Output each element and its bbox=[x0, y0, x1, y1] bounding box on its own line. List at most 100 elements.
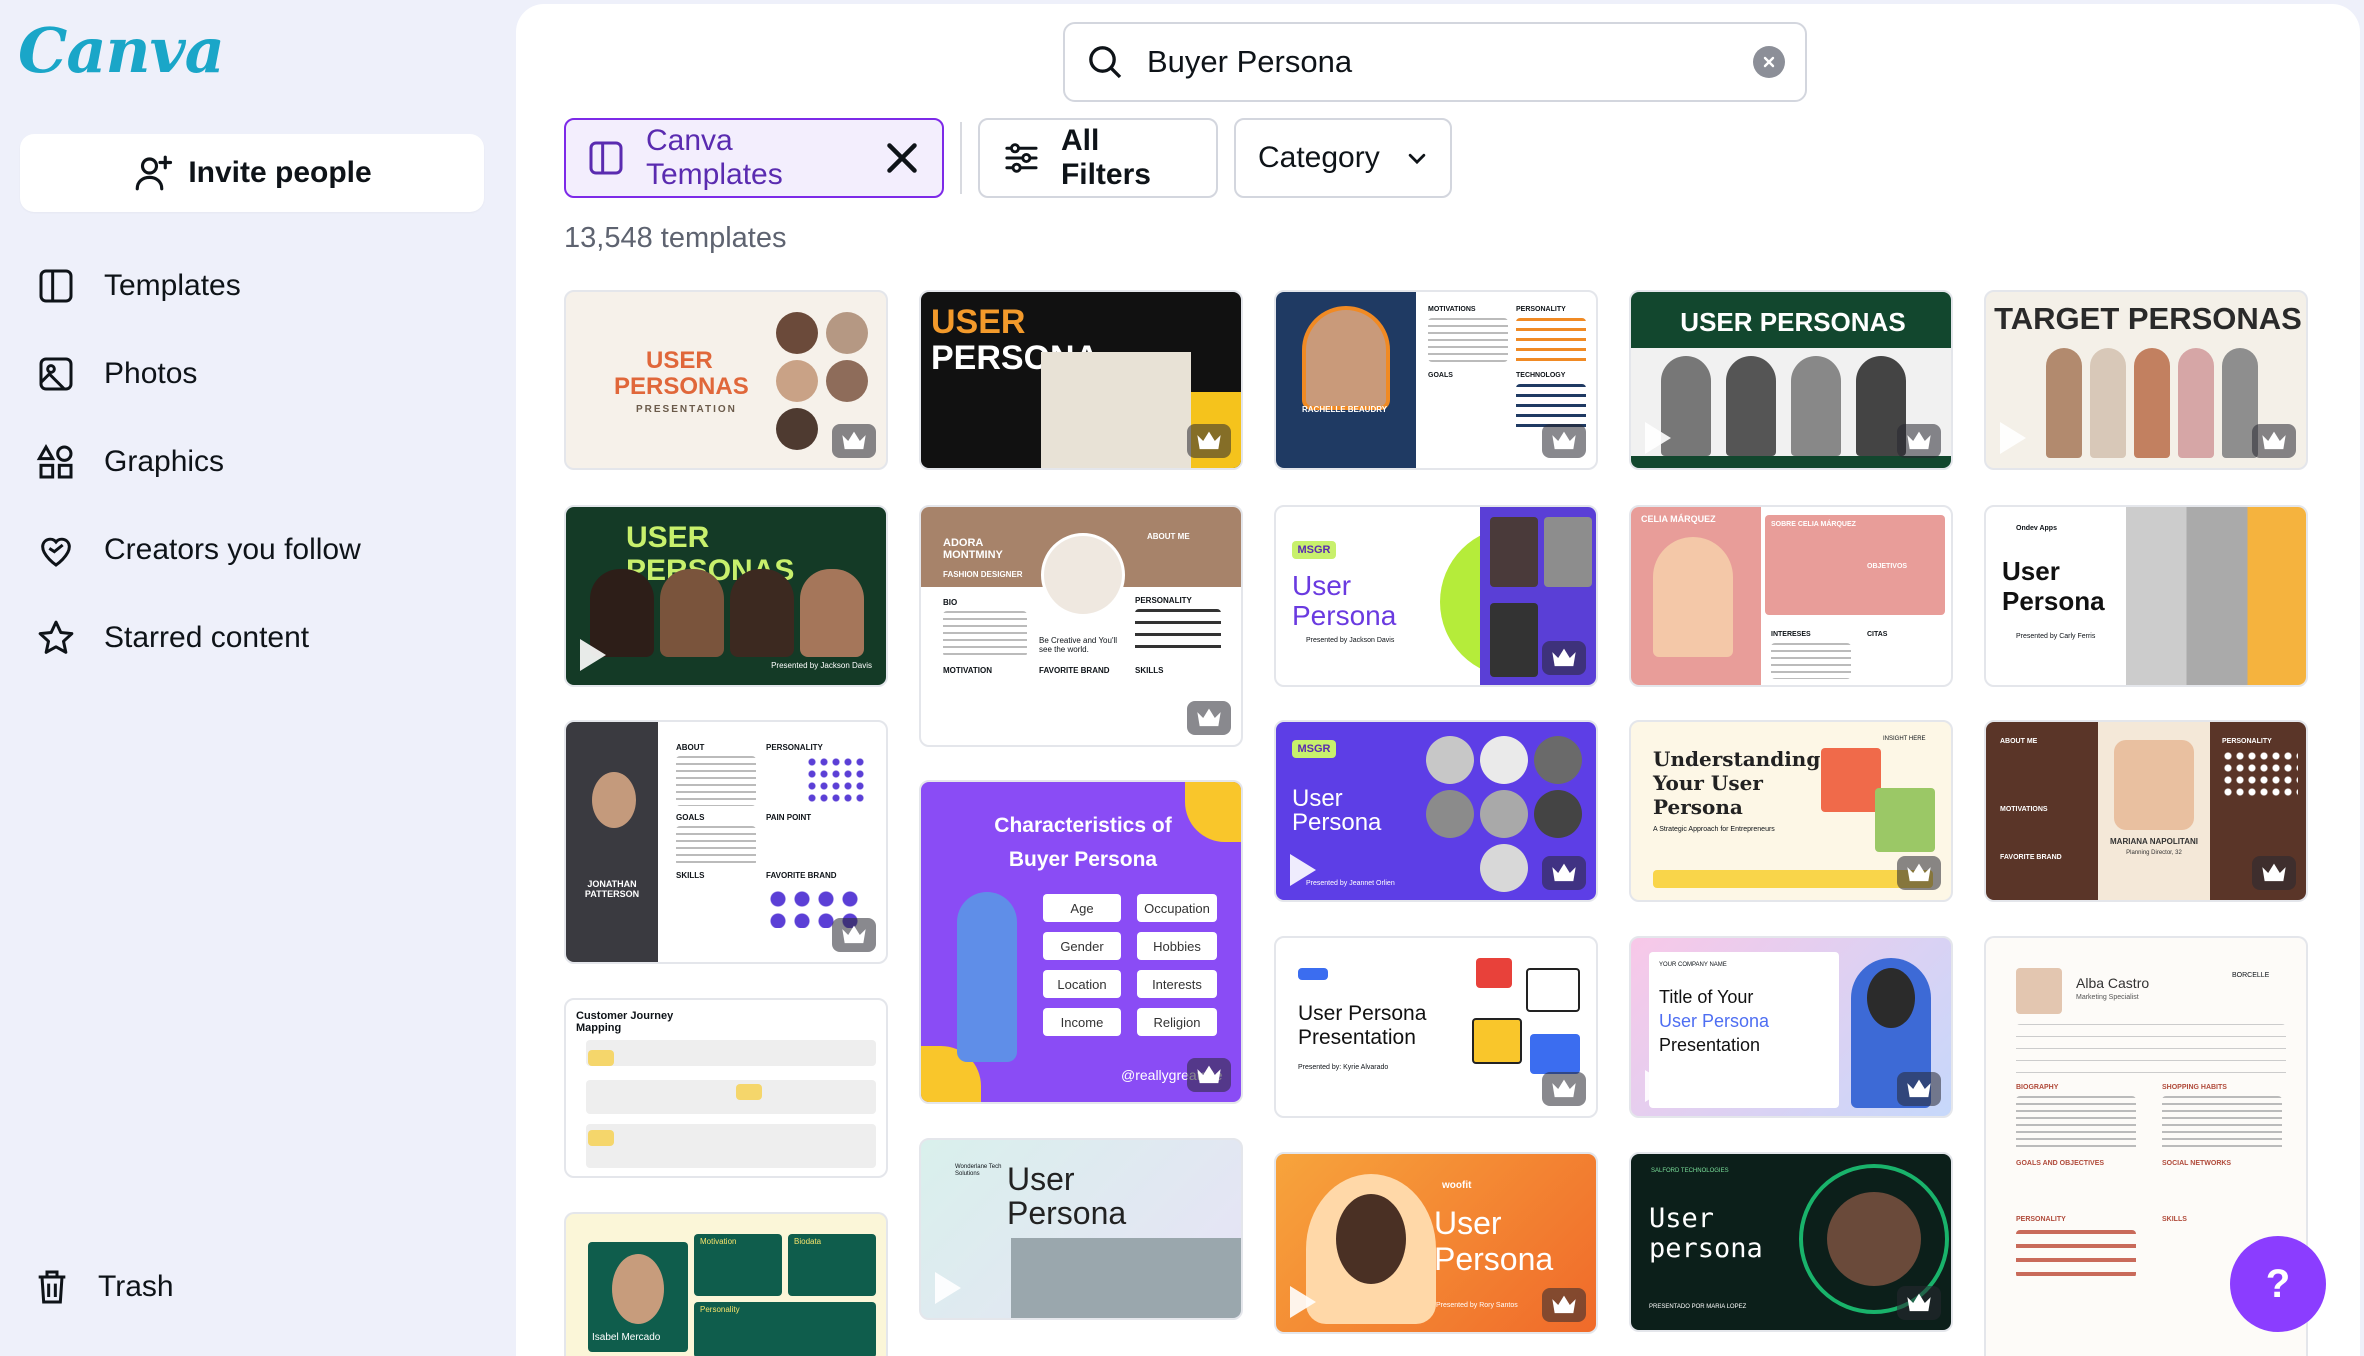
brand-name: BORCELLE bbox=[2232, 972, 2270, 979]
template-card[interactable]: USER PERSONA bbox=[919, 290, 1243, 470]
category-dropdown[interactable]: Category bbox=[1234, 118, 1452, 198]
template-card[interactable]: ADORA MONTMINY FASHION DESIGNER ABOUT ME… bbox=[919, 505, 1243, 747]
template-card[interactable]: Characteristics of Buyer Persona Age Occ… bbox=[919, 780, 1243, 1104]
add-person-icon bbox=[135, 155, 173, 191]
invite-people-button[interactable]: Invite people bbox=[20, 134, 484, 212]
photo-thumbnail bbox=[2114, 740, 2194, 830]
crown-icon bbox=[2262, 431, 2286, 450]
template-card[interactable]: MSGR User Persona Presented by Jeannet O… bbox=[1274, 720, 1598, 902]
sidebar-item-templates[interactable]: Templates bbox=[36, 242, 361, 330]
photo-thumbnail bbox=[1041, 352, 1191, 468]
template-card[interactable]: RACHELLE BEAUDRY MOTIVATIONS PERSONALITY… bbox=[1274, 290, 1598, 470]
template-card[interactable]: TARGET PERSONAS bbox=[1984, 290, 2308, 470]
persona-role: Marketing Specialist bbox=[2076, 994, 2139, 1001]
template-card[interactable]: User Persona Presentation Presented by: … bbox=[1274, 936, 1598, 1118]
star-icon bbox=[38, 620, 74, 654]
crown-icon bbox=[1552, 1079, 1576, 1098]
template-title: Buyer Persona bbox=[1008, 848, 1158, 871]
photo-thumbnail bbox=[660, 569, 724, 657]
template-card[interactable]: Customer Journey Mapping bbox=[564, 998, 888, 1178]
template-title: User bbox=[1007, 1161, 1075, 1197]
illustration-person bbox=[957, 892, 1017, 1062]
all-filters-button[interactable]: All Filters bbox=[978, 118, 1218, 198]
crown-icon bbox=[1907, 1079, 1931, 1098]
template-card[interactable]: USER PERSONAS bbox=[1629, 290, 1953, 470]
template-title: USER bbox=[646, 347, 713, 374]
template-card[interactable]: Wonderlane Tech Solutions User Persona bbox=[919, 1138, 1243, 1320]
premium-badge bbox=[1542, 856, 1586, 890]
canva-templates-chip[interactable]: Canva Templates bbox=[564, 118, 944, 198]
search-icon bbox=[1089, 46, 1122, 79]
tag-chip: Interests bbox=[1137, 970, 1217, 998]
photo-thumbnail bbox=[1480, 790, 1528, 838]
crown-icon bbox=[1552, 1295, 1576, 1314]
template-card[interactable]: YOUR COMPANY NAME Title of Your User Per… bbox=[1629, 936, 1953, 1118]
section-heading: MOTIVATIONS bbox=[2000, 806, 2048, 813]
tag-text: INSIGHT HERE bbox=[1883, 736, 1926, 742]
photo-thumbnail bbox=[776, 312, 818, 354]
template-card[interactable]: Isabel Mercado Motivation Biodata Person… bbox=[564, 1212, 888, 1356]
section-heading: TECHNOLOGY bbox=[1516, 372, 1566, 379]
premium-badge bbox=[832, 918, 876, 952]
template-card[interactable]: JONATHAN PATTERSON ABOUT PERSONALITY GOA… bbox=[564, 720, 888, 964]
section-heading: SKILLS bbox=[2162, 1216, 2187, 1223]
template-card[interactable]: CELIA MÁRQUEZ SOBRE CELIA MÁRQUEZ OBJETI… bbox=[1629, 505, 1953, 687]
brand-name: SALFORD TECHNOLOGIES bbox=[1651, 1168, 1729, 1174]
premium-badge bbox=[1187, 701, 1231, 735]
template-card[interactable]: SALFORD TECHNOLOGIES User persona PRESEN… bbox=[1629, 1152, 1953, 1332]
persona-role: FASHION DESIGNER bbox=[943, 570, 1023, 579]
template-title: PERSONAS bbox=[614, 373, 749, 400]
illustration bbox=[1530, 1034, 1580, 1074]
photo-thumbnail bbox=[1821, 748, 1881, 812]
close-icon bbox=[1763, 56, 1775, 68]
help-button[interactable]: ? bbox=[2230, 1236, 2326, 1332]
canva-logo[interactable]: Canva bbox=[18, 14, 225, 87]
template-card[interactable]: Understanding Your User Persona A Strate… bbox=[1629, 720, 1953, 902]
template-card[interactable]: USER PERSONAS Presented by Jackson Davis bbox=[564, 505, 888, 687]
sidebar-item-label: Creators you follow bbox=[104, 533, 361, 566]
crown-icon bbox=[2262, 863, 2286, 882]
templates-icon bbox=[39, 269, 73, 303]
text-block bbox=[676, 756, 756, 806]
premium-badge bbox=[1542, 1072, 1586, 1106]
template-card[interactable]: MSGR User Persona Presented by Jackson D… bbox=[1274, 505, 1598, 687]
sidebar-item-photos[interactable]: Photos bbox=[36, 330, 361, 418]
close-icon[interactable] bbox=[882, 138, 922, 178]
presenter-text: PRESENTADO POR MARIA LOPEZ bbox=[1649, 1304, 1747, 1310]
premium-badge bbox=[832, 424, 876, 458]
sidebar-item-creators[interactable]: Creators you follow bbox=[36, 506, 361, 594]
persona-name: ADORA MONTMINY bbox=[943, 537, 1003, 562]
photo-thumbnail bbox=[1726, 356, 1776, 456]
clear-search-button[interactable] bbox=[1753, 46, 1785, 78]
skill-bars bbox=[1135, 609, 1221, 657]
section-heading: INTERESES bbox=[1771, 631, 1811, 638]
text-block bbox=[676, 826, 756, 866]
photo-thumbnail bbox=[1827, 1192, 1921, 1286]
text-block bbox=[1428, 318, 1508, 362]
photo-thumbnail bbox=[776, 408, 818, 450]
premium-badge bbox=[1187, 1058, 1231, 1092]
brand-name: Wonderlane Tech Solutions bbox=[955, 1164, 1002, 1177]
template-card[interactable]: woofit User Persona Presented by Rory Sa… bbox=[1274, 1152, 1598, 1334]
section-heading: Personality bbox=[700, 1305, 740, 1314]
all-filters-label: All Filters bbox=[1060, 124, 1151, 191]
photo-thumbnail bbox=[1867, 968, 1915, 1028]
premium-badge bbox=[2252, 856, 2296, 890]
section-heading: PERSONALITY bbox=[766, 743, 823, 752]
premium-badge bbox=[1897, 1286, 1941, 1320]
template-card[interactable]: Ondev Apps User Persona Presented by Car… bbox=[1984, 505, 2308, 687]
sidebar-item-trash[interactable]: Trash bbox=[32, 1266, 174, 1308]
journey-row bbox=[586, 1080, 876, 1114]
skill-bars bbox=[2016, 1230, 2136, 1278]
search-input[interactable] bbox=[1147, 44, 1753, 80]
search-bar bbox=[1063, 22, 1807, 102]
template-card[interactable]: ABOUT ME PERSONALITY MOTIVATIONS FAVORIT… bbox=[1984, 720, 2308, 902]
section-heading: CITAS bbox=[1867, 631, 1888, 638]
template-card[interactable]: USER PERSONAS PRESENTATION bbox=[564, 290, 888, 470]
heart-icon bbox=[41, 537, 71, 567]
sidebar-item-graphics[interactable]: Graphics bbox=[36, 418, 361, 506]
template-title: Presentation bbox=[1298, 1026, 1416, 1049]
sidebar-item-starred[interactable]: Starred content bbox=[36, 594, 361, 682]
crown-icon bbox=[842, 431, 866, 450]
section-heading: FAVORITE BRAND bbox=[1039, 666, 1110, 675]
